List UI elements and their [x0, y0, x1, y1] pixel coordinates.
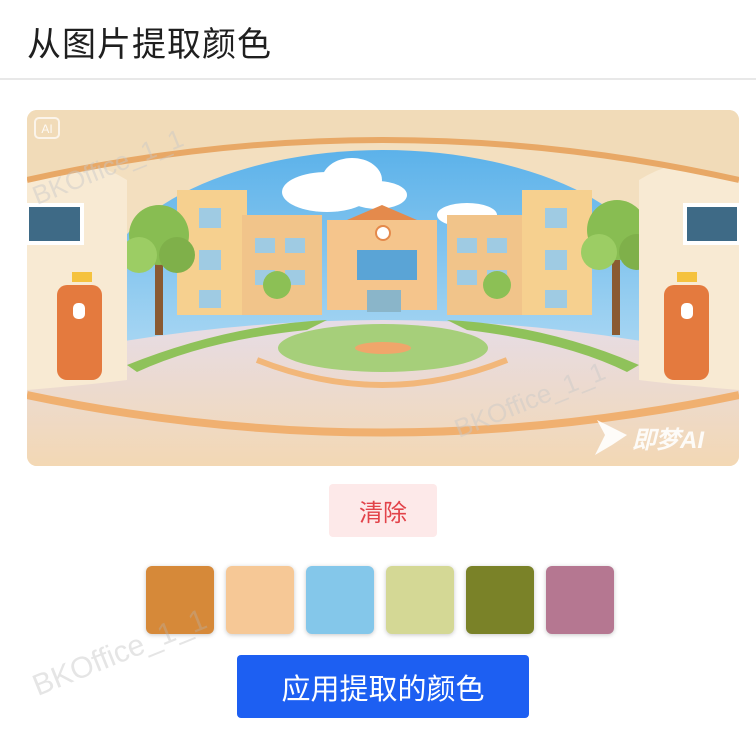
- color-swatch[interactable]: [466, 566, 534, 634]
- jimeng-ai-logo: 即梦AI: [632, 427, 705, 454]
- clear-button[interactable]: 清除: [329, 484, 437, 537]
- color-swatch[interactable]: [146, 566, 214, 634]
- uploaded-image-preview: AI 即梦AI BKOffice_1_1 BKOffice_1_1: [27, 110, 739, 466]
- color-palette: [146, 566, 614, 636]
- page-title: 从图片提取颜色: [27, 25, 272, 65]
- color-swatch[interactable]: [386, 566, 454, 634]
- color-swatch[interactable]: [546, 566, 614, 634]
- ai-badge: AI: [41, 122, 52, 136]
- color-swatch[interactable]: [226, 566, 294, 634]
- color-swatch[interactable]: [306, 566, 374, 634]
- apply-colors-button[interactable]: 应用提取的颜色: [237, 655, 529, 718]
- school-courtyard-image: AI 即梦AI BKOffice_1_1 BKOffice_1_1: [27, 110, 739, 466]
- page-header: 从图片提取颜色: [0, 0, 756, 80]
